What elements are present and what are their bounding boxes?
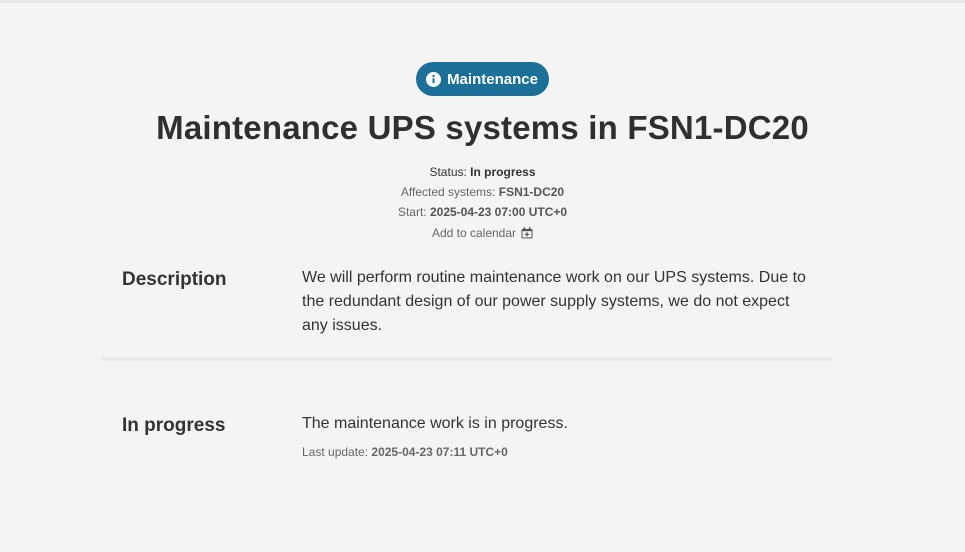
page-title: Maintenance UPS systems in FSN1-DC20 bbox=[156, 109, 809, 146]
update-heading: In progress bbox=[122, 415, 226, 436]
status-value: In progress bbox=[470, 165, 536, 179]
start-value: 2025-04-23 07:00 UTC+0 bbox=[429, 205, 568, 219]
last-update: Last update: 2025-04-23 07:11 UTC+0 bbox=[302, 443, 812, 461]
status-row: Status: In progress bbox=[0, 162, 965, 182]
start-label: Start: bbox=[397, 205, 427, 219]
affected-systems-label: Affected systems: bbox=[400, 185, 496, 199]
section-divider bbox=[102, 357, 832, 361]
incident-meta: Status: In progress Affected systems: FS… bbox=[0, 162, 965, 243]
update-text: The maintenance work is in progress. bbox=[302, 415, 568, 432]
add-to-calendar-label: Add to calendar bbox=[431, 226, 517, 240]
affected-systems-row: Affected systems: FSN1-DC20 bbox=[0, 182, 965, 202]
start-row: Start: 2025-04-23 07:00 UTC+0 bbox=[0, 202, 965, 222]
description-text: We will perform routine maintenance work… bbox=[302, 269, 806, 334]
info-icon bbox=[426, 71, 442, 87]
last-update-label: Last update: bbox=[302, 445, 369, 459]
maintenance-badge: Maintenance bbox=[416, 62, 549, 96]
badge-label: Maintenance bbox=[447, 70, 538, 88]
update-content: The maintenance work is in progress. Las… bbox=[302, 412, 812, 461]
status-label: Status: bbox=[429, 165, 467, 179]
top-border bbox=[0, 0, 965, 3]
last-update-value: 2025-04-23 07:11 UTC+0 bbox=[371, 445, 508, 459]
add-to-calendar-link[interactable]: Add to calendar bbox=[432, 223, 533, 243]
calendar-plus-icon bbox=[521, 227, 533, 239]
affected-systems-value: FSN1-DC20 bbox=[498, 185, 565, 199]
incident-header: Maintenance Maintenance UPS systems in F… bbox=[0, 62, 965, 243]
description-heading: Description bbox=[122, 269, 227, 290]
